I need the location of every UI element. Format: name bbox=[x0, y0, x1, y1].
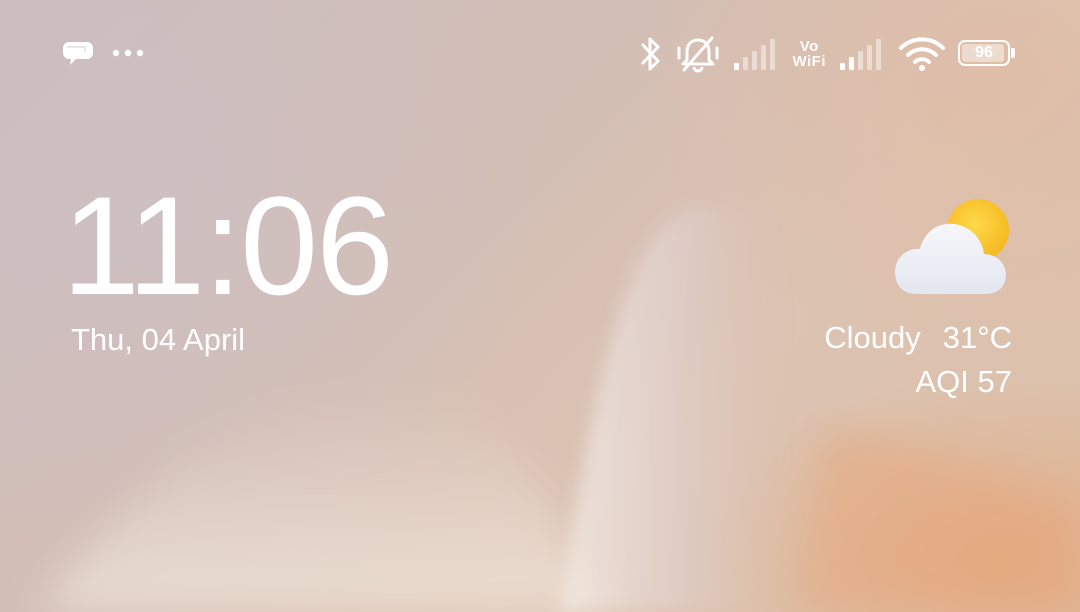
partly-cloudy-icon[interactable] bbox=[892, 196, 1016, 300]
vowifi-bottom-label: WiFi bbox=[792, 53, 826, 70]
chat-bubble-icon bbox=[62, 38, 94, 68]
lock-screen-clock[interactable]: 11:06 bbox=[62, 166, 394, 326]
battery-nub bbox=[1011, 48, 1015, 58]
bluetooth-icon bbox=[638, 34, 664, 74]
more-dots-icon bbox=[112, 48, 144, 58]
air-quality-index[interactable]: AQI 57 bbox=[916, 364, 1013, 400]
weather-summary[interactable]: Cloudy 31°C bbox=[824, 320, 1012, 356]
battery-icon: 96 bbox=[958, 40, 1016, 68]
weather-condition: Cloudy bbox=[824, 320, 921, 355]
ringer-muted-icon bbox=[676, 34, 720, 74]
battery-percent: 96 bbox=[975, 44, 993, 61]
status-bar-left bbox=[62, 38, 144, 68]
status-bar-right: Vo WiFi 96 bbox=[638, 32, 1016, 76]
lock-screen-date[interactable]: Thu, 04 April bbox=[71, 322, 245, 358]
signal-2-icon bbox=[838, 36, 886, 72]
weather-temperature: 31°C bbox=[942, 320, 1012, 355]
signal-1-icon bbox=[732, 36, 780, 72]
vowifi-icon: Vo WiFi bbox=[792, 39, 826, 69]
vowifi-top-label: Vo bbox=[799, 38, 819, 55]
wifi-icon bbox=[898, 36, 946, 72]
